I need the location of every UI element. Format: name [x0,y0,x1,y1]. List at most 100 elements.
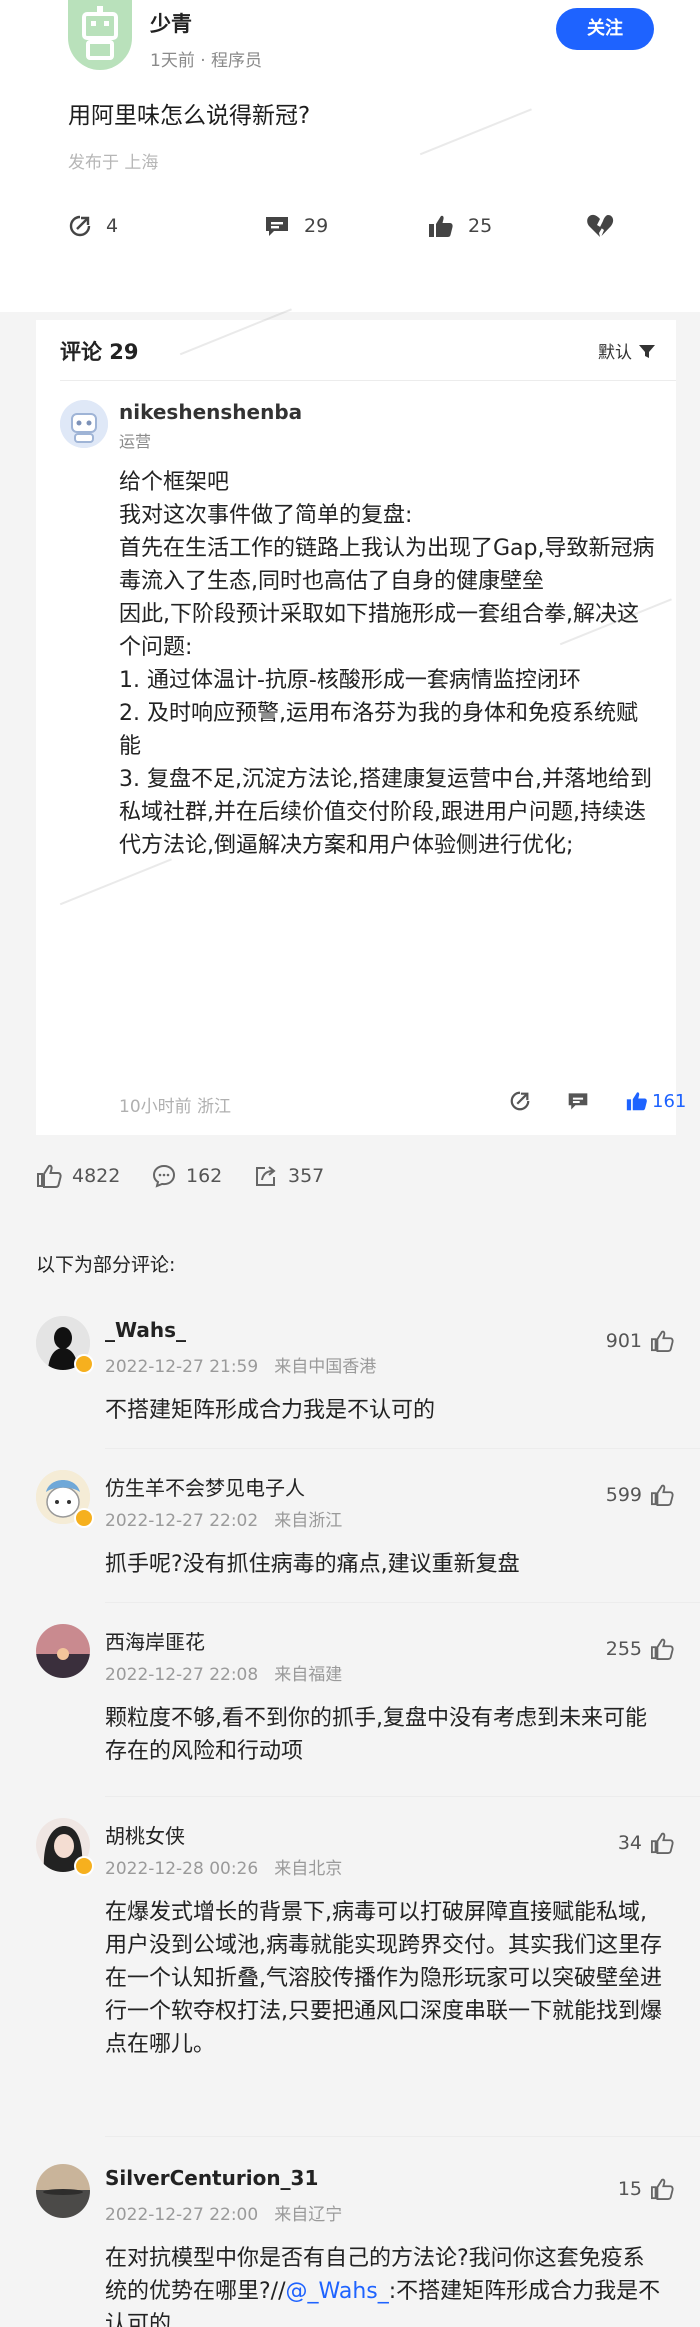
reply-like-count: 34 [617,1832,642,1854]
share-count: 4 [106,215,119,237]
stat-comments[interactable]: 162 [152,1164,222,1188]
stat-comments-value: 162 [186,1165,223,1187]
reply-meta: 2022-12-27 22:08 来自福建 [105,1660,342,1685]
reply-item: _Wahs_ 2022-12-27 21:59 来自中国香港 901 不搭建矩阵形… [0,1312,700,1449]
reply-body: 不搭建矩阵形成合力我是不认可的 [105,1398,436,1423]
reply-meta: 2022-12-27 21:59 来自中国香港 [105,1352,376,1377]
thumbs-up-icon [626,1092,647,1111]
sort-label: 默认 [598,343,632,363]
reply-date: 2022-12-27 22:02 [105,1511,259,1531]
thumbs-up-outline-icon [651,2178,674,2200]
reply-avatar[interactable] [36,2164,90,2218]
reply-like-button[interactable]: 901 [606,1330,674,1352]
share-action[interactable]: 4 [68,206,118,246]
forward-icon [256,1166,276,1186]
sunset-avatar-icon [36,1624,90,1678]
reply-like-button[interactable]: 599 [606,1484,674,1506]
verified-badge [74,1856,94,1876]
commenter-role: 运营 [119,432,152,451]
bot-avatar-icon [60,400,108,448]
thumbs-up-icon [429,215,453,237]
thumbs-up-outline-icon [37,1164,62,1188]
reply-like-count: 599 [605,1484,642,1506]
reply-date: 2022-12-27 22:08 [105,1665,259,1685]
reply-divider [105,1796,700,1797]
stat-shares[interactable]: 357 [254,1164,324,1188]
reply-like-button[interactable]: 34 [618,1832,674,1854]
reply-origin: 来自福建 [274,1665,343,1685]
author-meta: 1天前 · 程序员 [150,51,263,71]
thumbs-up-outline-icon [651,1484,674,1506]
stat-shares-value: 357 [288,1165,325,1187]
sort-dropdown[interactable]: 默认 [598,338,656,363]
reply-meta: 2022-12-27 22:02 来自浙江 [105,1506,342,1531]
reply-origin: 来自辽宁 [274,2205,343,2225]
reply-origin: 来自中国香港 [274,1357,377,1377]
comment-body: 给个框架吧 我对这次事件做了简单的复盘: 首先在生活工作的链路上我认为出现了Ga… [119,466,659,862]
reply-date: 2022-12-27 22:00 [105,2205,259,2225]
comment-time: 10小时前 浙江 [119,1097,232,1117]
like-count: 25 [468,215,493,237]
comment-footer: 10小时前 浙江 161 [119,1088,686,1118]
reply-origin: 来自浙江 [274,1511,343,1531]
comment-outline-icon [152,1164,176,1188]
reply-divider [105,1448,700,1449]
thumbs-up-outline-icon [651,1832,674,1854]
like-action[interactable]: 25 [428,206,492,246]
reply-author[interactable]: SilverCenturion_31 [105,2166,318,2190]
mention-link[interactable]: @_Wahs_ [286,2279,389,2304]
share-edit-icon [510,1091,530,1111]
comment-action[interactable]: 29 [264,206,328,246]
reply-body: 在对抗模型中你是否有自己的方法论?我问你这套免疫系统的优势在哪里?//@_Wah… [105,2242,665,2327]
reply-body: 颗粒度不够,看不到你的抓手,复盘中没有考虑到未来可能存在的风险和行动项 [105,1706,647,1764]
reply-item: 胡桃女侠 2022-12-28 00:26 来自北京 34 在爆发式增长的背景下,… [0,1814,700,2137]
reply-divider [105,2136,700,2137]
reply-author[interactable]: 西海岸匪花 [105,1626,205,1655]
reply-button[interactable] [567,1090,589,1117]
reply-date: 2022-12-27 21:59 [105,1357,259,1377]
reply-like-count: 255 [605,1638,642,1660]
comments-header: 评论 29 [60,340,139,364]
reply-body: 在爆发式增长的背景下,病毒可以打破屏障直接赋能私域,用户没到公域池,病毒就能实现… [105,1900,662,2057]
broken-heart-icon [587,214,614,237]
reply-author[interactable]: 胡桃女侠 [105,1820,185,1849]
reply-like-button[interactable]: 255 [606,1638,674,1660]
reply-origin: 来自北京 [274,1859,343,1879]
comment-line: 给个框架吧 [119,470,230,495]
verified-badge [74,1508,94,1528]
stat-likes-value: 4822 [72,1165,121,1187]
comment-like-count: 161 [652,1090,687,1112]
commenter-avatar[interactable] [60,400,108,448]
reply-author[interactable]: 仿生羊不会梦见电子人 [105,1472,305,1501]
filter-icon [639,344,655,358]
thumbs-up-outline-icon [651,1330,674,1352]
comment-line: 我对这次事件做了简单的复盘: [119,503,413,528]
reply-meta: 2022-12-27 22:00 来自辽宁 [105,2200,342,2225]
verified-badge [74,1354,94,1374]
dislike-action[interactable] [586,206,628,246]
reply-meta: 2022-12-28 00:26 来自北京 [105,1854,342,1879]
share-edit-icon [69,215,91,237]
question-title: 用阿里味怎么说得新冠? [68,103,311,129]
author-avatar[interactable] [68,0,132,70]
reply-divider [105,1602,700,1603]
post-location: 发布于 上海 [68,153,159,173]
stats-row: 4822 162 357 [0,1160,700,1200]
follow-button[interactable]: 关注 [556,8,654,50]
stat-likes[interactable]: 4822 [36,1164,120,1188]
reply-avatar[interactable] [36,1624,90,1678]
thumbs-up-outline-icon [651,1638,674,1660]
reply-body: 抓手呢?没有抓住病毒的痛点,建议重新复盘 [105,1552,520,1577]
author-name[interactable]: 少青 [150,8,192,38]
share-button[interactable] [509,1090,531,1117]
partial-comments-label: 以下为部分评论: [36,1254,176,1276]
comment-count: 29 [304,215,329,237]
reply-author[interactable]: _Wahs_ [105,1318,186,1342]
comment-icon [266,217,288,236]
commenter-name[interactable]: nikeshenshenba [119,400,302,424]
question-actions: 4 29 25 [0,206,700,246]
reply-like-button[interactable]: 15 [618,2178,674,2200]
comment-line: 首先在生活工作的链路上我认为出现了Gap,导致新冠病毒流入了生态,同时也高估了自… [119,536,655,594]
header-divider [60,380,676,381]
comment-like-button[interactable]: 161 [626,1090,686,1112]
